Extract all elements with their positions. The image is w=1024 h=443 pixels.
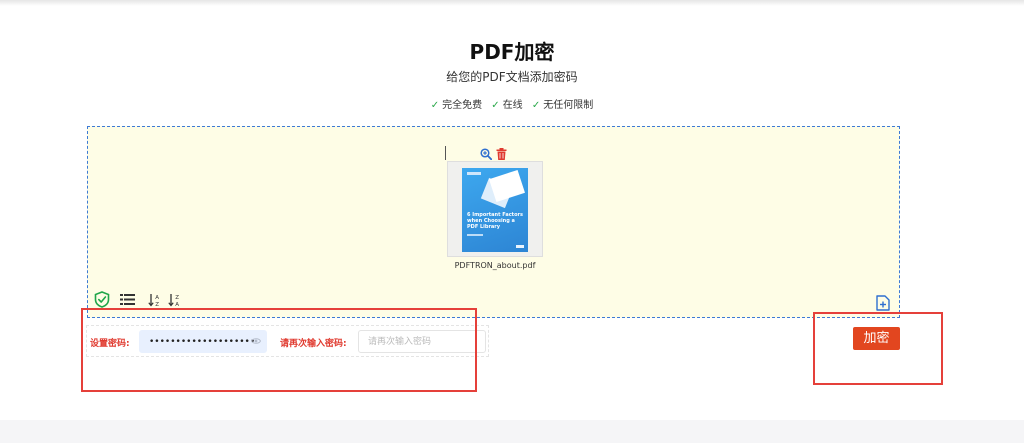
confirm-password-label: 请再次输入密码: bbox=[280, 339, 347, 349]
text-cursor bbox=[445, 146, 446, 160]
shield-check-icon[interactable] bbox=[94, 291, 110, 308]
pdf-thumbnail: 6 Important Factors when Choosing a PDF … bbox=[462, 168, 528, 252]
feature-label: 无任何限制 bbox=[543, 100, 594, 111]
file-dropzone[interactable]: 6 Important Factors when Choosing a PDF … bbox=[87, 126, 900, 318]
password-form: 设置密码: 请再次输入密码: bbox=[86, 325, 489, 357]
thumbnail-brand bbox=[467, 172, 481, 175]
encrypt-button[interactable]: 加密 bbox=[853, 327, 900, 350]
check-icon: ✓ bbox=[531, 100, 541, 111]
feature-label: 在线 bbox=[502, 100, 523, 111]
add-file-icon[interactable] bbox=[876, 295, 890, 311]
page-title: PDF加密 bbox=[469, 40, 555, 64]
sort-az-label-bottom: Z bbox=[155, 302, 159, 307]
confirm-password-input[interactable] bbox=[358, 330, 486, 353]
thumbnail-logo bbox=[516, 245, 524, 248]
zoom-in-icon[interactable] bbox=[480, 148, 492, 160]
sort-za-label-bottom: A bbox=[175, 302, 179, 307]
top-shadow bbox=[0, 0, 1024, 6]
sort-az-label-top: A bbox=[155, 295, 159, 301]
feature-label: 完全免费 bbox=[442, 100, 483, 111]
sort-az-icon[interactable]: A Z bbox=[148, 293, 162, 307]
feature-list: ✓ 完全免费 ✓ 在线 ✓ 无任何限制 bbox=[0, 96, 1024, 111]
check-icon: ✓ bbox=[491, 100, 500, 111]
eye-icon[interactable] bbox=[251, 337, 261, 345]
list-icon[interactable] bbox=[120, 293, 135, 306]
password-label: 设置密码: bbox=[90, 339, 130, 349]
file-name: PDFTRON_about.pdf bbox=[454, 261, 536, 270]
check-icon: ✓ bbox=[430, 100, 440, 111]
sort-za-icon[interactable]: Z A bbox=[168, 293, 182, 307]
trash-icon[interactable] bbox=[496, 148, 507, 160]
footer-band bbox=[0, 420, 1024, 443]
thumbnail-title: 6 Important Factors when Choosing a PDF … bbox=[467, 212, 523, 230]
sort-za-label-top: Z bbox=[175, 295, 179, 301]
password-input[interactable] bbox=[139, 330, 267, 353]
page-subtitle: 给您的PDF文档添加密码 bbox=[446, 70, 578, 84]
feature-item: ✓ 在线 bbox=[491, 100, 522, 111]
file-thumbnail-card[interactable]: 6 Important Factors when Choosing a PDF … bbox=[447, 161, 543, 257]
feature-item: ✓ 完全免费 bbox=[431, 100, 482, 111]
thumbnail-line bbox=[467, 234, 483, 236]
thumbnail-graphic bbox=[489, 169, 525, 203]
feature-item: ✓ 无任何限制 bbox=[532, 100, 593, 111]
